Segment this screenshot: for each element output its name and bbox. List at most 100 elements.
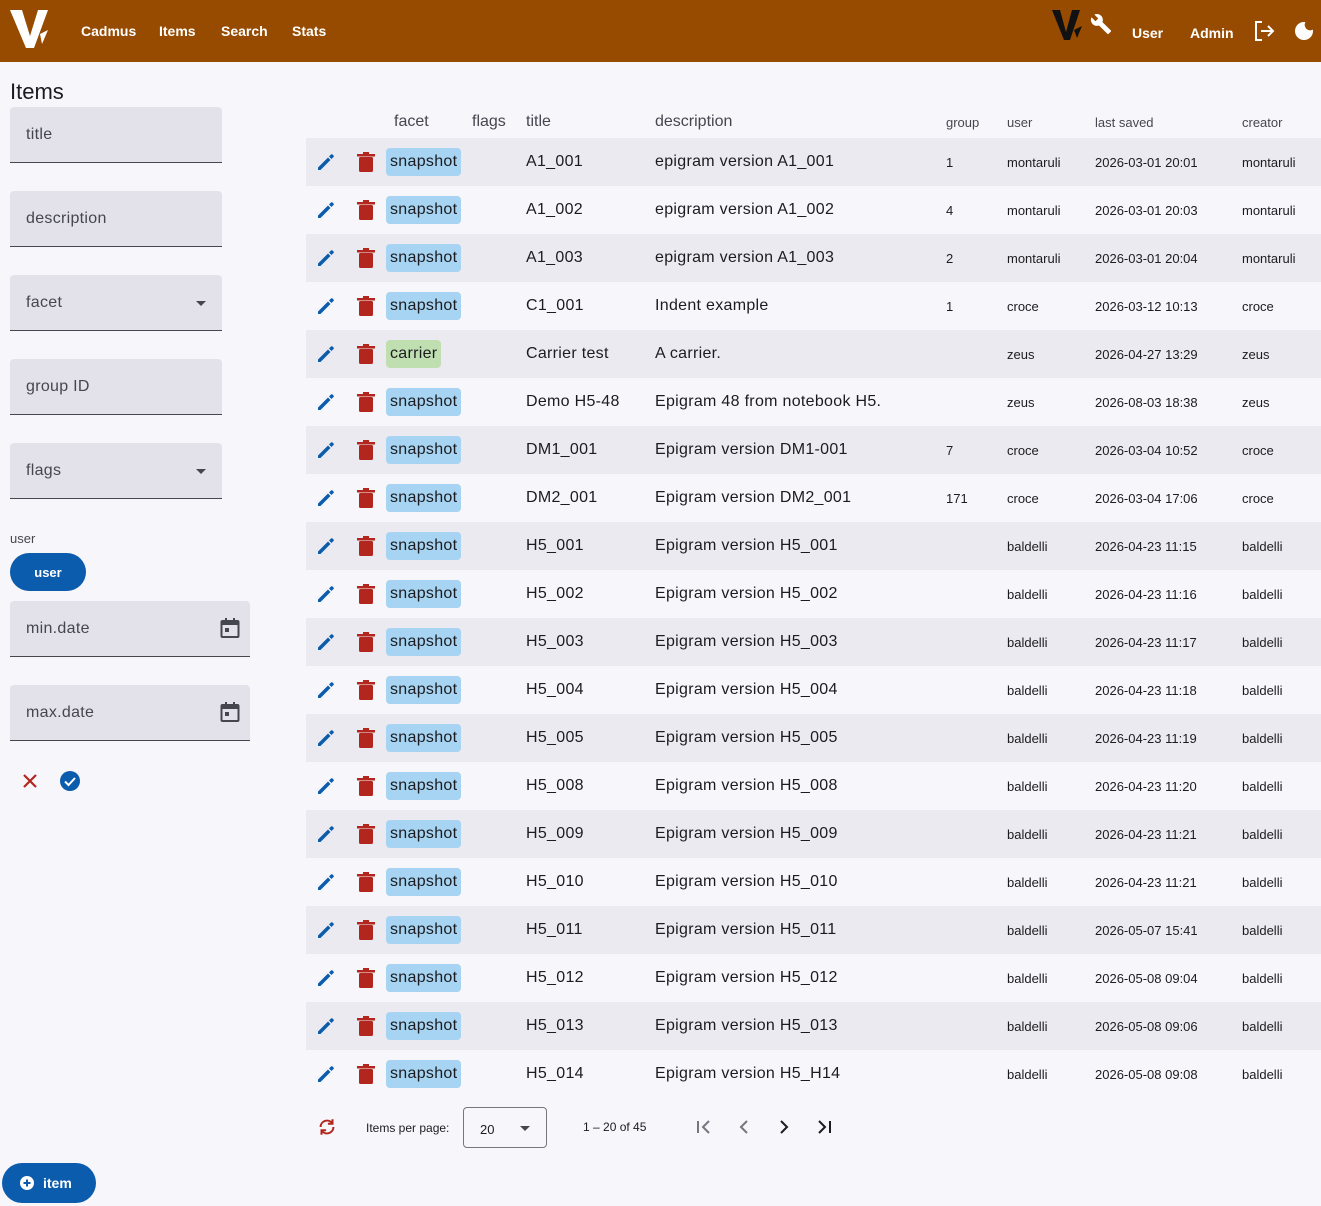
min-date-input[interactable]: min.date — [10, 601, 250, 657]
col-title[interactable]: title — [526, 113, 551, 131]
table-row[interactable]: snapshot H5_005 Epigram version H5_005 bald… — [306, 714, 1321, 762]
nav-items[interactable]: Items — [159, 0, 196, 62]
delete-icon[interactable] — [356, 439, 376, 461]
logout-icon[interactable] — [1252, 19, 1276, 43]
logo-icon[interactable] — [8, 4, 52, 52]
table-row[interactable]: snapshot H5_003 Epigram version H5_003 bald… — [306, 618, 1321, 666]
table-row[interactable]: snapshot H5_008 Epigram version H5_008 bald… — [306, 762, 1321, 810]
item-creator: montaruli — [1242, 155, 1296, 170]
delete-icon[interactable] — [356, 151, 376, 173]
delete-icon[interactable] — [356, 1015, 376, 1037]
delete-icon[interactable] — [356, 1063, 376, 1085]
delete-icon[interactable] — [356, 391, 376, 413]
delete-icon[interactable] — [356, 871, 376, 893]
edit-icon[interactable] — [316, 872, 336, 892]
edit-icon[interactable] — [316, 536, 336, 556]
delete-icon[interactable] — [356, 823, 376, 845]
nav-search[interactable]: Search — [221, 0, 268, 62]
delete-icon[interactable] — [356, 295, 376, 317]
edit-icon[interactable] — [316, 824, 336, 844]
admin-button[interactable]: Admin — [1190, 2, 1234, 64]
table-row[interactable]: snapshot H5_014 Epigram version H5_H14 bald… — [306, 1050, 1321, 1098]
nav-cadmus[interactable]: Cadmus — [81, 0, 136, 62]
group-id-filter-input[interactable]: group ID — [10, 359, 222, 415]
delete-icon[interactable] — [356, 967, 376, 989]
title-filter-input[interactable]: title — [10, 107, 222, 163]
edit-icon[interactable] — [316, 728, 336, 748]
col-facet[interactable]: facet — [394, 113, 429, 131]
edit-icon[interactable] — [316, 776, 336, 796]
edit-icon[interactable] — [316, 680, 336, 700]
edit-icon[interactable] — [316, 632, 336, 652]
facet-filter-select[interactable]: facet — [10, 275, 222, 331]
table-row[interactable]: snapshot DM1_001 Epigram version DM1-001 7 c… — [306, 426, 1321, 474]
edit-icon[interactable] — [316, 344, 336, 364]
delete-icon[interactable] — [356, 919, 376, 941]
delete-icon[interactable] — [356, 343, 376, 365]
delete-icon[interactable] — [356, 727, 376, 749]
refresh-icon[interactable] — [316, 1116, 338, 1138]
edit-icon[interactable] — [316, 392, 336, 412]
table-row[interactable]: snapshot A1_001 epigram version A1_001 1 mon… — [306, 138, 1321, 186]
col-group[interactable]: group — [946, 115, 979, 130]
first-page-icon[interactable] — [694, 1117, 714, 1137]
col-flags[interactable]: flags — [472, 113, 506, 131]
table-row[interactable]: snapshot H5_011 Epigram version H5_011 bald… — [306, 906, 1321, 954]
edit-icon[interactable] — [316, 440, 336, 460]
edit-icon[interactable] — [316, 968, 336, 988]
table-row[interactable]: snapshot H5_010 Epigram version H5_010 bald… — [306, 858, 1321, 906]
next-page-icon[interactable] — [774, 1117, 794, 1137]
delete-icon[interactable] — [356, 583, 376, 605]
table-row[interactable]: snapshot A1_003 epigram version A1_003 2 mon… — [306, 234, 1321, 282]
table-row[interactable]: snapshot Demo H5-48 Epigram 48 from notebo… — [306, 378, 1321, 426]
calendar-icon[interactable] — [220, 617, 240, 639]
user-filter-chip[interactable]: user — [10, 553, 86, 591]
col-last-saved[interactable]: last saved — [1095, 115, 1154, 130]
delete-icon[interactable] — [356, 535, 376, 557]
last-page-icon[interactable] — [814, 1117, 834, 1137]
item-group: 2 — [946, 251, 954, 266]
items-per-page-select[interactable]: 20 — [463, 1107, 547, 1148]
delete-icon[interactable] — [356, 199, 376, 221]
edit-icon[interactable] — [316, 488, 336, 508]
close-icon[interactable] — [20, 771, 40, 791]
edit-icon[interactable] — [316, 584, 336, 604]
table-row[interactable]: snapshot H5_009 Epigram version H5_009 bald… — [306, 810, 1321, 858]
description-filter-input[interactable]: description — [10, 191, 222, 247]
user-button[interactable]: User — [1132, 2, 1163, 64]
edit-icon[interactable] — [316, 1016, 336, 1036]
table-row[interactable]: snapshot H5_004 Epigram version H5_004 bald… — [306, 666, 1321, 714]
table-row[interactable]: snapshot A1_002 epigram version A1_002 4 mon… — [306, 186, 1321, 234]
delete-icon[interactable] — [356, 631, 376, 653]
table-row[interactable]: snapshot H5_013 Epigram version H5_013 bald… — [306, 1002, 1321, 1050]
edit-icon[interactable] — [316, 1064, 336, 1084]
wrench-icon[interactable] — [1090, 13, 1112, 35]
prev-page-icon[interactable] — [734, 1117, 754, 1137]
table-row[interactable]: snapshot H5_012 Epigram version H5_012 bald… — [306, 954, 1321, 1002]
edit-icon[interactable] — [316, 248, 336, 268]
check-circle-icon[interactable] — [59, 770, 81, 792]
flags-filter-select[interactable]: flags — [10, 443, 222, 499]
edit-icon[interactable] — [316, 920, 336, 940]
table-row[interactable]: snapshot C1_001 Indent example 1 croce 2026-0… — [306, 282, 1321, 330]
table-row[interactable]: snapshot H5_001 Epigram version H5_001 bald… — [306, 522, 1321, 570]
max-date-input[interactable]: max.date — [10, 685, 250, 741]
col-description[interactable]: description — [655, 113, 732, 131]
table-row[interactable]: snapshot H5_002 Epigram version H5_002 bald… — [306, 570, 1321, 618]
item-description: Epigram version H5_008 — [655, 777, 838, 794]
delete-icon[interactable] — [356, 247, 376, 269]
calendar-icon[interactable] — [220, 701, 240, 723]
table-row[interactable]: carrier Carrier test A carrier. zeus 2026-04… — [306, 330, 1321, 378]
delete-icon[interactable] — [356, 487, 376, 509]
col-user[interactable]: user — [1007, 115, 1032, 130]
delete-icon[interactable] — [356, 775, 376, 797]
col-creator[interactable]: creator — [1242, 115, 1282, 130]
table-row[interactable]: snapshot DM2_001 Epigram version DM2_001 17… — [306, 474, 1321, 522]
nav-stats[interactable]: Stats — [292, 0, 326, 62]
edit-icon[interactable] — [316, 152, 336, 172]
delete-icon[interactable] — [356, 679, 376, 701]
dark-mode-icon[interactable] — [1292, 19, 1316, 43]
add-item-button[interactable]: item — [2, 1163, 96, 1203]
edit-icon[interactable] — [316, 200, 336, 220]
edit-icon[interactable] — [316, 296, 336, 316]
